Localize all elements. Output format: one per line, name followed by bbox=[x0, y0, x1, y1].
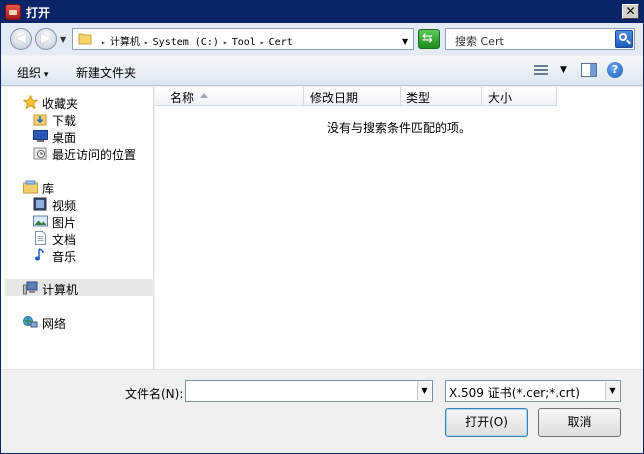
open-file-dialog: 打开 ✕ ◀ ▶ ▼ ▸ 计算机 ▸ System (C:) ▸ Tool ▸ Cert ▼ … bbox=[0, 0, 644, 454]
organize-button[interactable]: 组织 bbox=[17, 64, 48, 81]
computer-icon bbox=[23, 281, 38, 295]
nav-item-label: 视频 bbox=[52, 199, 77, 213]
nav-item-label: 库 bbox=[42, 182, 55, 196]
column-header-label: 修改日期 bbox=[310, 91, 359, 105]
toolbar: 组织 新建文件夹 ▼ ? bbox=[1, 56, 643, 86]
file-type-select[interactable]: X.509 证书(*.cer;*.crt) ▼ bbox=[445, 380, 621, 402]
window-title: 打开 bbox=[26, 6, 51, 20]
breadcrumb-cert[interactable]: Cert bbox=[269, 37, 293, 48]
column-header-label: 类型 bbox=[406, 91, 431, 105]
column-header-size[interactable]: 大小 bbox=[482, 87, 557, 106]
help-icon[interactable]: ? bbox=[607, 62, 623, 78]
nav-item-label: 网络 bbox=[42, 317, 67, 331]
star-icon bbox=[23, 95, 38, 109]
search-icon[interactable] bbox=[615, 30, 633, 48]
title-bar: 打开 ✕ bbox=[1, 1, 643, 23]
breadcrumb-drive[interactable]: System (C:) bbox=[153, 37, 219, 48]
music-icon bbox=[35, 248, 44, 261]
breadcrumb[interactable]: ▸ 计算机 ▸ System (C:) ▸ Tool ▸ Cert bbox=[72, 28, 414, 50]
column-header-type[interactable]: 类型 bbox=[401, 87, 482, 106]
cancel-button[interactable]: 取消 bbox=[538, 408, 621, 437]
file-type-value: X.509 证书(*.cer;*.crt) bbox=[449, 386, 580, 400]
breadcrumb-path: ▸ 计算机 ▸ System (C:) ▸ Tool ▸ Cert bbox=[97, 33, 293, 48]
address-dropdown[interactable]: ▼ bbox=[402, 37, 408, 46]
back-button[interactable]: ◀ bbox=[10, 28, 32, 50]
column-header-modified[interactable]: 修改日期 bbox=[304, 87, 401, 106]
address-bar: ◀ ▶ ▼ ▸ 计算机 ▸ System (C:) ▸ Tool ▸ Cert ▼ 搜索 Ce… bbox=[1, 23, 643, 55]
download-folder-icon bbox=[33, 114, 47, 126]
column-header-name[interactable]: 名称 bbox=[155, 87, 304, 106]
close-button[interactable]: ✕ bbox=[622, 4, 639, 19]
recent-places-icon bbox=[33, 147, 47, 160]
nav-item-label: 最近访问的位置 bbox=[52, 148, 137, 162]
search-box[interactable]: 搜索 Cert bbox=[445, 28, 635, 50]
folder-icon bbox=[78, 33, 92, 45]
breadcrumb-computer[interactable]: 计算机 bbox=[110, 37, 140, 48]
file-list[interactable]: 名称 修改日期 类型 大小 没有与搜索条件匹配的项。 bbox=[155, 87, 643, 369]
open-button[interactable]: 打开(O) bbox=[445, 408, 528, 437]
nav-item-label: 图片 bbox=[52, 216, 77, 230]
breadcrumb-separator-icon[interactable]: ▸ bbox=[101, 38, 106, 47]
breadcrumb-separator-icon[interactable]: ▸ bbox=[223, 38, 228, 47]
breadcrumb-tool[interactable]: Tool bbox=[232, 37, 256, 48]
file-type-dropdown-icon[interactable]: ▼ bbox=[605, 382, 619, 400]
library-icon bbox=[23, 180, 38, 194]
filename-label: 文件名(N): bbox=[125, 387, 184, 401]
search-input[interactable]: 搜索 Cert bbox=[455, 33, 504, 49]
dialog-footer: 文件名(N): ▼ X.509 证书(*.cer;*.crt) ▼ 打开(O) … bbox=[1, 369, 643, 453]
empty-results-message: 没有与搜索条件匹配的项。 bbox=[326, 121, 471, 135]
sort-ascending-icon bbox=[200, 93, 208, 98]
view-dropdown-icon[interactable]: ▼ bbox=[560, 65, 567, 75]
video-icon bbox=[33, 197, 47, 211]
nav-item-label: 下载 bbox=[52, 114, 77, 128]
filename-combobox[interactable]: ▼ bbox=[185, 380, 433, 402]
forward-arrow-icon: ▶ bbox=[41, 31, 51, 46]
back-arrow-icon: ◀ bbox=[16, 31, 26, 46]
app-icon bbox=[5, 4, 21, 20]
column-header-label: 大小 bbox=[488, 91, 513, 105]
pictures-icon bbox=[33, 215, 48, 227]
new-folder-button[interactable]: 新建文件夹 bbox=[76, 64, 136, 81]
recent-locations-dropdown[interactable]: ▼ bbox=[60, 35, 66, 44]
nav-item-label: 音乐 bbox=[52, 250, 77, 264]
forward-button[interactable]: ▶ bbox=[35, 28, 57, 50]
breadcrumb-separator-icon[interactable]: ▸ bbox=[260, 38, 265, 47]
network-icon bbox=[23, 316, 38, 328]
nav-item-label: 计算机 bbox=[42, 283, 79, 297]
nav-item-label: 文档 bbox=[52, 233, 77, 247]
documents-icon bbox=[35, 231, 46, 245]
refresh-button[interactable] bbox=[418, 29, 440, 49]
nav-item-label: 桌面 bbox=[52, 131, 77, 145]
nav-item-label: 收藏夹 bbox=[42, 97, 79, 111]
filename-dropdown-icon[interactable]: ▼ bbox=[417, 382, 431, 400]
preview-pane-icon[interactable] bbox=[581, 63, 597, 77]
navigation-pane: 收藏夹 下载 桌面 最近访问的位置 库 视频 图片 文档 音乐 计算机 网络 bbox=[1, 87, 154, 369]
column-header-label: 名称 bbox=[170, 91, 195, 105]
desktop-icon bbox=[33, 130, 48, 142]
breadcrumb-separator-icon[interactable]: ▸ bbox=[144, 38, 149, 47]
view-options-icon[interactable] bbox=[534, 65, 548, 77]
filename-input[interactable] bbox=[188, 383, 416, 399]
